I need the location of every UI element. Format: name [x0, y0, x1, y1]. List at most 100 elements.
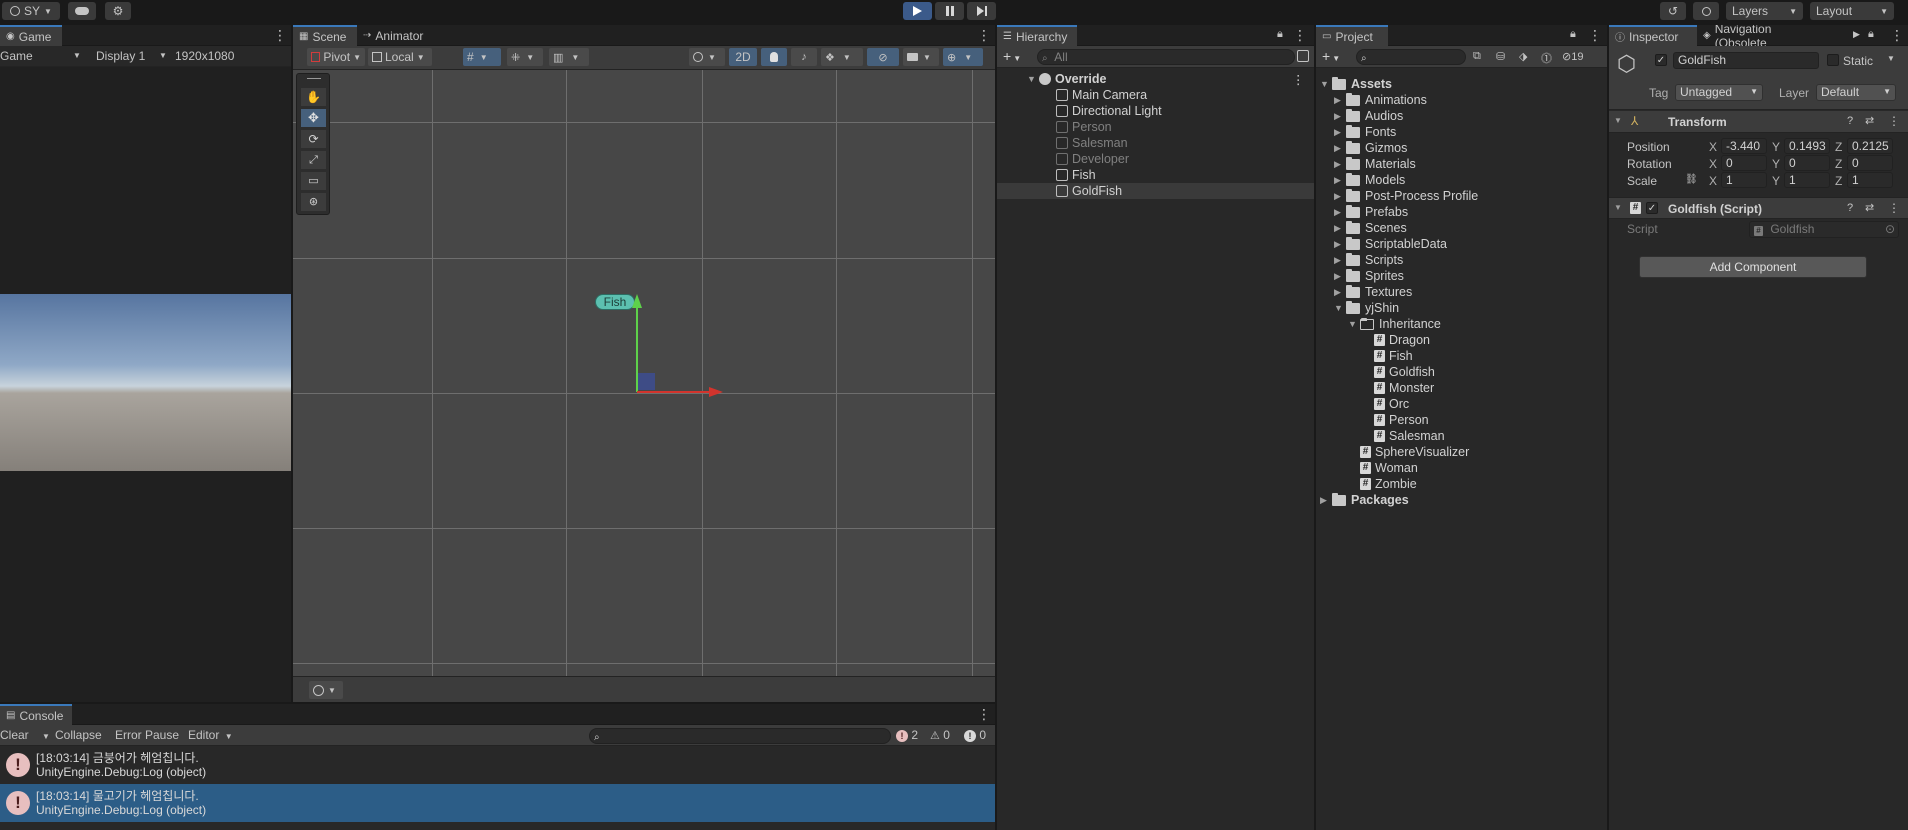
folder-row[interactable]: ▶ Audios	[1334, 108, 1403, 124]
expand-arrow-icon[interactable]: ▼	[1320, 79, 1330, 89]
position-y-field[interactable]: 0.1493	[1784, 138, 1830, 154]
expand-arrow-icon[interactable]: ▶	[1334, 191, 1344, 202]
move-tool-icon[interactable]: ✥	[301, 109, 326, 127]
hierarchy-item[interactable]: Person	[997, 119, 1314, 135]
more-options-icon[interactable]: ⋮	[1293, 28, 1307, 42]
preset-icon[interactable]: ⇄	[1865, 114, 1874, 127]
tab-scroll-right-icon[interactable]: ▶	[1853, 29, 1860, 40]
folder-row[interactable]: ▶ Gizmos	[1334, 140, 1407, 156]
expand-arrow-icon[interactable]: ▶	[1320, 495, 1330, 506]
object-name-input[interactable]: GoldFish	[1673, 52, 1819, 69]
search-button[interactable]	[1693, 2, 1719, 20]
grid-visibility-button[interactable]: ▥ ▼	[549, 48, 589, 66]
folder-row[interactable]: ▶ Models	[1334, 172, 1405, 188]
expand-arrow-icon[interactable]: ▶	[1334, 207, 1344, 218]
expand-arrow-icon[interactable]: ▼	[1348, 319, 1358, 329]
tab-console[interactable]: ▤ Console	[0, 704, 72, 725]
warning-count-toggle[interactable]: ⚠ 0	[930, 728, 950, 742]
packages-root-row[interactable]: ▶ Packages	[1320, 492, 1409, 508]
script-asset-row[interactable]: # SphereVisualizer	[1360, 444, 1469, 460]
script-asset-row[interactable]: # Zombie	[1360, 476, 1417, 492]
game-mode-dropdown[interactable]: Game ▼	[0, 49, 82, 63]
script-component-header[interactable]: ▼ # ✓ Goldfish (Script) ? ⇄ ⋮	[1609, 197, 1908, 219]
scene-search-icon[interactable]	[1297, 50, 1309, 62]
hierarchy-item[interactable]: Developer	[997, 151, 1314, 167]
expand-arrow-icon[interactable]: ▶	[1334, 159, 1344, 170]
expand-arrow-icon[interactable]: ▶	[1334, 95, 1344, 106]
audio-toggle[interactable]: ♪	[791, 48, 817, 66]
account-dropdown[interactable]: SY ▼	[2, 2, 60, 20]
scale-z-field[interactable]: 1	[1847, 172, 1893, 188]
folder-row[interactable]: ▶ Prefabs	[1334, 204, 1408, 220]
enabled-checkbox[interactable]: ✓	[1646, 202, 1658, 214]
script-field[interactable]: # Goldfish ⊙	[1749, 221, 1899, 238]
transform-header[interactable]: ▼ ⅄ Transform ? ⇄ ⋮	[1609, 111, 1908, 133]
collab-button[interactable]: ⚙	[105, 2, 131, 20]
foldout-arrow-icon[interactable]: ▼	[1614, 116, 1622, 125]
position-x-field[interactable]: -3.440	[1721, 138, 1767, 154]
active-checkbox[interactable]: ✓	[1655, 54, 1667, 66]
expand-arrow-icon[interactable]: ▶	[1334, 287, 1344, 298]
xy-plane-handle[interactable]	[638, 373, 655, 390]
folder-row[interactable]: ▶ Materials	[1334, 156, 1416, 172]
effects-dropdown[interactable]: ❖ ▼	[821, 48, 863, 66]
expand-arrow-icon[interactable]: ▶	[1334, 223, 1344, 234]
expand-arrow-icon[interactable]: ▶	[1334, 239, 1344, 250]
more-options-icon[interactable]: ⋮	[1888, 201, 1900, 215]
console-log-row[interactable]: ! [18:03:14] 금붕어가 헤엄칩니다. UnityEngine.Debug…	[0, 746, 995, 784]
tag-dropdown[interactable]: Untagged ▼	[1675, 84, 1763, 101]
folder-row[interactable]: ▶ Sprites	[1334, 268, 1404, 284]
rotation-z-field[interactable]: 0	[1847, 155, 1893, 171]
hierarchy-item[interactable]: Salesman	[997, 135, 1314, 151]
more-options-icon[interactable]: ⋮	[1588, 28, 1602, 42]
scale-x-field[interactable]: 1	[1721, 172, 1767, 188]
overlay-dropdown[interactable]: ▼	[309, 681, 343, 699]
script-asset-row[interactable]: # Fish	[1374, 348, 1413, 364]
editor-dropdown[interactable]: Editor ▼	[188, 728, 233, 742]
console-search-input[interactable]: ⌕	[589, 728, 891, 744]
scene-viewport[interactable]: ✋ ✥ ⟳ ⤢ ▭ ⊛ Fish	[293, 70, 995, 701]
help-icon[interactable]: ?	[1847, 115, 1853, 127]
tab-hierarchy[interactable]: ☰ Hierarchy	[997, 25, 1077, 46]
preset-icon[interactable]: ⇄	[1865, 201, 1874, 214]
static-checkbox[interactable]	[1827, 54, 1839, 66]
expand-arrow-icon[interactable]: ▶	[1334, 175, 1344, 186]
tab-game[interactable]: ◉ Game	[0, 25, 62, 46]
collapse-toggle[interactable]: Collapse	[55, 728, 102, 742]
lock-icon[interactable]: 🔒︎	[1277, 28, 1283, 41]
more-options-icon[interactable]: ⋮	[1292, 72, 1305, 87]
more-options-icon[interactable]: ⋮	[1888, 114, 1900, 128]
expand-arrow-icon[interactable]: ▼	[1334, 303, 1344, 313]
palette-handle[interactable]	[307, 78, 321, 79]
expand-arrow-icon[interactable]: ▶	[1334, 271, 1344, 282]
scene-root-row[interactable]: ▼ Override ⋮	[1027, 71, 1314, 87]
rect-tool-icon[interactable]: ▭	[301, 172, 326, 190]
folder-row[interactable]: ▶ Textures	[1334, 284, 1412, 300]
hierarchy-search-input[interactable]: ⌕ All	[1037, 49, 1295, 65]
position-z-field[interactable]: 0.2125	[1847, 138, 1893, 154]
link-icon[interactable]: ⛓	[1685, 174, 1698, 185]
grid-snap-button[interactable]: # ▼	[463, 48, 501, 66]
folder-row[interactable]: ▼ Inheritance	[1348, 316, 1441, 332]
scale-tool-icon[interactable]: ⤢	[301, 151, 326, 169]
play-button[interactable]	[903, 2, 932, 20]
layer-dropdown[interactable]: Default ▼	[1816, 84, 1896, 101]
expand-arrow-icon[interactable]: ▶	[1334, 127, 1344, 138]
hierarchy-item[interactable]: Main Camera	[997, 87, 1314, 103]
hidden-packages-toggle[interactable]: ⊘19	[1562, 50, 1583, 63]
scene-visibility-toggle[interactable]: ⊘	[867, 48, 899, 66]
folder-row[interactable]: ▶ Animations	[1334, 92, 1427, 108]
tab-navigation[interactable]: ◈ Navigation (Obsolete	[1697, 25, 1829, 46]
foldout-arrow-icon[interactable]: ▼	[1614, 203, 1622, 212]
hierarchy-item[interactable]: Fish	[997, 167, 1314, 183]
console-log-row[interactable]: ! [18:03:14] 물고기가 헤엄칩니다. UnityEngine.Debug…	[0, 784, 995, 822]
create-add-icon[interactable]: + ▼	[1003, 48, 1021, 64]
folder-row[interactable]: ▶ Scripts	[1334, 252, 1403, 268]
scale-y-field[interactable]: 1	[1784, 172, 1830, 188]
history-button[interactable]: ↺	[1660, 2, 1686, 20]
folder-row[interactable]: ▶ Post-Process Profile	[1334, 188, 1478, 204]
expand-arrow-icon[interactable]: ▶	[1334, 143, 1344, 154]
cloud-button[interactable]	[68, 2, 96, 20]
lighting-toggle[interactable]	[761, 48, 787, 66]
lock-icon[interactable]: 🔒︎	[1868, 28, 1874, 41]
